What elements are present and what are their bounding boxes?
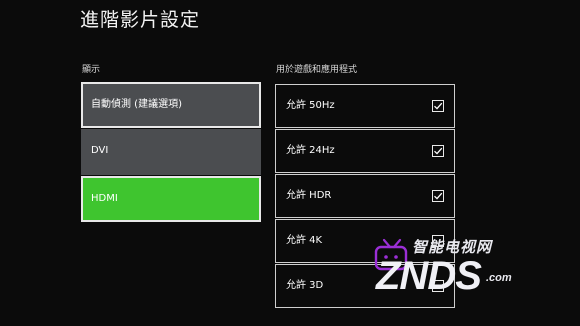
display-option-label: DVI bbox=[91, 145, 109, 156]
allow-50hz-option[interactable]: 允許 50Hz bbox=[275, 84, 455, 128]
display-option-label: HDMI bbox=[91, 193, 118, 204]
display-options-list: 自動偵測 (建議選項) DVI HDMI bbox=[81, 82, 261, 223]
page-title: 進階影片設定 bbox=[80, 9, 201, 31]
allow-24hz-checkbox[interactable] bbox=[432, 145, 444, 157]
checkmark-icon bbox=[434, 102, 443, 110]
option-label: 允許 24Hz bbox=[286, 145, 335, 156]
display-option-hdmi[interactable]: HDMI bbox=[81, 176, 261, 222]
allow-3d-checkbox[interactable] bbox=[432, 280, 444, 292]
option-label: 允許 HDR bbox=[286, 190, 332, 201]
allow-4k-checkbox[interactable] bbox=[432, 235, 444, 247]
allow-4k-option[interactable]: 允許 4K bbox=[275, 219, 455, 263]
option-label: 允許 3D bbox=[286, 280, 324, 291]
display-option-dvi[interactable]: DVI bbox=[81, 129, 261, 175]
checkmark-icon bbox=[434, 147, 443, 155]
option-label: 允許 50Hz bbox=[286, 100, 335, 111]
watermark-domain-suffix: .com bbox=[486, 272, 512, 284]
option-label: 允許 4K bbox=[286, 235, 323, 246]
allow-50hz-checkbox[interactable] bbox=[432, 100, 444, 112]
allow-3d-option[interactable]: 允許 3D bbox=[275, 264, 455, 308]
display-option-auto-detect[interactable]: 自動偵測 (建議選項) bbox=[81, 82, 261, 128]
allow-hdr-option[interactable]: 允許 HDR bbox=[275, 174, 455, 218]
allow-hdr-checkbox[interactable] bbox=[432, 190, 444, 202]
allow-24hz-option[interactable]: 允許 24Hz bbox=[275, 129, 455, 173]
app-options-list: 允許 50Hz 允許 24Hz 允許 HDR 允許 4K 允許 3D bbox=[275, 84, 455, 309]
display-option-label: 自動偵測 (建議選項) bbox=[91, 99, 182, 110]
display-section-label: 顯示 bbox=[82, 65, 101, 75]
checkmark-icon bbox=[434, 192, 443, 200]
apps-section-label: 用於遊戲和應用程式 bbox=[276, 65, 358, 75]
